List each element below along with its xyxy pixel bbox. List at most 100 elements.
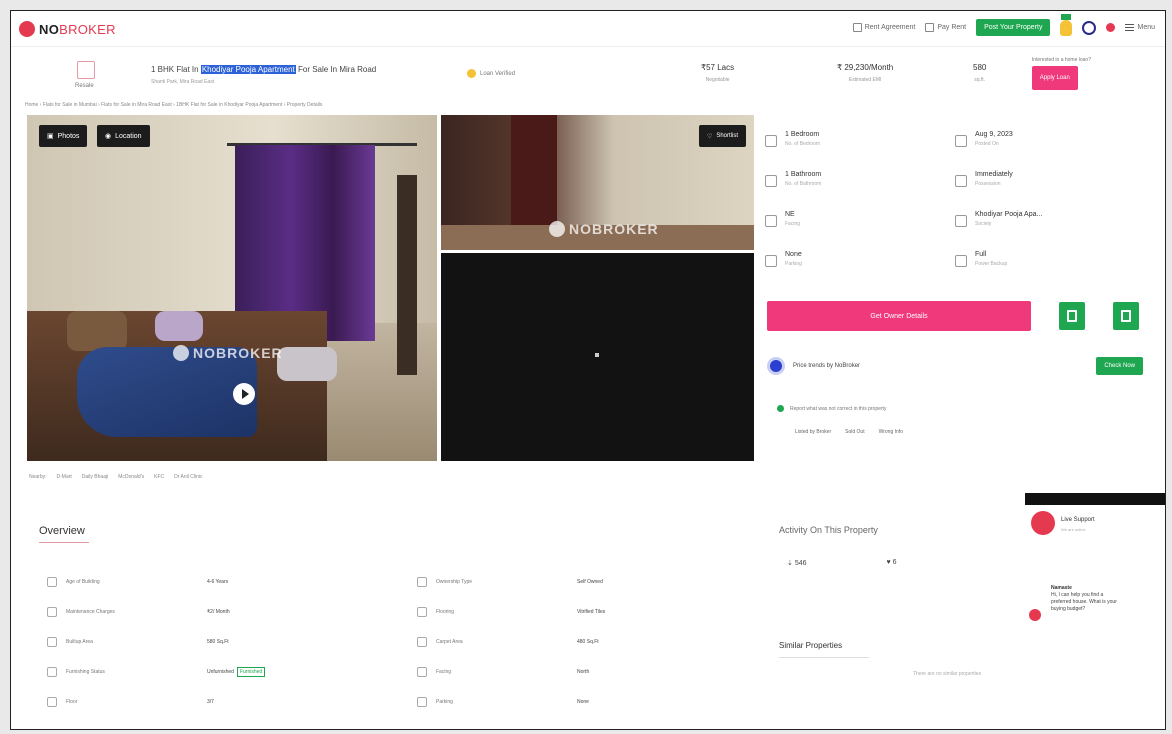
- detail-facing: NE Facing: [765, 211, 800, 227]
- check-now-button[interactable]: Check Now: [1096, 357, 1143, 375]
- similar-empty-note: There are no similar properties: [913, 671, 982, 677]
- compass-icon: [765, 215, 777, 227]
- calendar-icon: [955, 135, 967, 147]
- detail-posted: Aug 9, 2023 Posted On: [955, 131, 1013, 147]
- apply-caption: Interested in a home loan?: [1031, 57, 1091, 63]
- detail-society: Khodiyar Pooja Apa... Society: [955, 211, 1042, 227]
- shortlist-count: ♥ 6: [886, 559, 897, 566]
- get-owner-details-button[interactable]: Get Owner Details: [767, 301, 1031, 331]
- emi-block: ₹ 29,230/Month Estimated EMI: [837, 63, 893, 83]
- logo-icon: [19, 21, 35, 37]
- main-photo[interactable]: ▣ Photos ◉ Location NOBROKER: [27, 115, 437, 461]
- menu-button[interactable]: Menu: [1125, 24, 1155, 31]
- house-icon: [77, 61, 95, 79]
- overview-flooring: Flooring: [417, 607, 454, 617]
- overview-title: Overview: [39, 525, 85, 537]
- emi-value: ₹ 29,230/Month: [837, 63, 894, 72]
- title-highlight: Khodiyar Pooja Apartment: [200, 65, 296, 74]
- secondary-photo[interactable]: ♡ Shortlist NOBROKER: [441, 115, 754, 250]
- notification-icon[interactable]: [1106, 23, 1116, 32]
- nearby-item[interactable]: Daily Bhaaji: [82, 474, 108, 480]
- detail-power: Full Power Backup: [955, 251, 1007, 267]
- nearby-item[interactable]: Dr Anil Clinic: [174, 474, 202, 480]
- overview-underline: [39, 542, 89, 543]
- key-icon: [955, 175, 967, 187]
- area-value: 580: [973, 63, 987, 72]
- chat-widget[interactable]: Live Support We are online: [1025, 505, 1165, 565]
- chat-bot-avatar: [1029, 609, 1041, 621]
- location-button[interactable]: ◉ Location: [97, 125, 150, 147]
- floor-icon: [47, 697, 57, 707]
- detail-parking: None Parking: [765, 251, 802, 267]
- report-listed-by-broker[interactable]: Listed by Broker: [795, 429, 831, 435]
- offers-bulb-icon[interactable]: [1060, 13, 1073, 36]
- report-wrong-info[interactable]: Wrong Info: [879, 429, 903, 435]
- overview-furnishing: Furnishing Status: [47, 667, 105, 677]
- nobroker-logo[interactable]: NOBROKER: [19, 21, 116, 37]
- overview-age: Age of Building: [47, 577, 100, 587]
- location-icon: ◉: [105, 133, 112, 140]
- car-icon: [765, 255, 777, 267]
- carpet-icon: [417, 637, 427, 647]
- bed-icon: [765, 135, 777, 147]
- furnishing-tag: Furnished: [236, 667, 266, 677]
- overview-ownership: Ownership Type: [417, 577, 472, 587]
- maintenance-icon: [47, 607, 57, 617]
- overview-builtup: Builtup Area: [47, 637, 93, 647]
- agreement-icon: [852, 23, 862, 32]
- play-video-icon[interactable]: [233, 383, 255, 405]
- photos-button[interactable]: ▣ Photos: [39, 125, 88, 147]
- nearby-places: Nearby: D-Mart Daily Bhaaji McDonald's K…: [29, 474, 203, 480]
- schedule-visit-button[interactable]: [1059, 302, 1085, 330]
- support-avatar: [1031, 511, 1055, 535]
- detail-bathroom: 1 Bathroom No. of Bathroom: [765, 171, 821, 187]
- verified-icon: [467, 69, 476, 78]
- overview-maintenance: Maintenance Charges: [47, 607, 115, 617]
- chat-owner-button[interactable]: [1113, 302, 1139, 330]
- nearby-item[interactable]: KFC: [154, 474, 164, 480]
- page: NOBROKER Rent Agreement Pay Rent Post Yo…: [10, 10, 1166, 730]
- bath-icon: [765, 175, 777, 187]
- heart-icon: ♡: [706, 133, 713, 140]
- sofa-icon: [47, 667, 57, 677]
- apply-loan-button[interactable]: Apply Loan: [1031, 66, 1078, 90]
- overview-carpet: Carpet Area: [417, 637, 463, 647]
- loan-verified-badge: Loan Verified: [467, 69, 515, 78]
- pay-rent-link[interactable]: Pay Rent: [925, 23, 966, 32]
- age-icon: [47, 577, 57, 587]
- views-count: ⇣ 546: [787, 560, 807, 567]
- property-title-strip: Resale 1 BHK Flat In Khodiyar Pooja Apar…: [11, 55, 1165, 107]
- breadcrumb[interactable]: Home › Flats for Sale in Mumbai › Flats …: [25, 102, 322, 108]
- price-value: ₹57 Lacs: [701, 63, 735, 72]
- estimate-icon: [767, 357, 785, 375]
- nearby-item[interactable]: D-Mart: [57, 474, 72, 480]
- area-label: sq.ft.: [974, 77, 986, 83]
- overview-floor: Floor: [47, 697, 77, 707]
- area-block: 580 sq.ft.: [973, 63, 986, 83]
- shortlist-button[interactable]: ♡ Shortlist: [698, 125, 746, 147]
- video-thumbnail[interactable]: [441, 253, 754, 461]
- price-label: Negotiable: [705, 77, 730, 83]
- post-property-button[interactable]: Post Your Property: [976, 19, 1051, 36]
- report-row: Report what was not correct in this prop…: [777, 405, 886, 412]
- price-block: ₹57 Lacs Negotiable: [701, 63, 734, 83]
- compass-icon: [417, 667, 427, 677]
- rent-agreement-link[interactable]: Rent Agreement: [852, 23, 915, 32]
- top-right-actions: Rent Agreement Pay Rent Post Your Proper…: [852, 13, 1155, 36]
- area-icon: [47, 637, 57, 647]
- chat-header-bar[interactable]: [1025, 493, 1165, 505]
- emi-label: Estimated EMI: [848, 77, 882, 83]
- hamburger-icon: [1125, 24, 1135, 31]
- chat-agent-name: Live Support: [1061, 517, 1095, 523]
- estimate-text: Price trends by NoBroker: [793, 363, 861, 369]
- watermark: NOBROKER: [173, 345, 283, 361]
- report-sold-out[interactable]: Sold Out: [845, 429, 864, 435]
- apply-loan-box: Interested in a home loan? Apply Loan: [1031, 57, 1091, 90]
- user-icon[interactable]: [1082, 20, 1097, 35]
- furnishing-value: Unfurnished Furnished: [207, 667, 266, 677]
- nearby-item[interactable]: McDonald's: [118, 474, 144, 480]
- price-estimate-row: Price trends by NoBroker Check Now: [767, 357, 1153, 375]
- chat-message: Namaste Hi, I can help you find a prefer…: [1051, 585, 1117, 612]
- similar-properties-title: Similar Properties: [779, 641, 843, 650]
- logo-text-light: BROKER: [59, 21, 116, 37]
